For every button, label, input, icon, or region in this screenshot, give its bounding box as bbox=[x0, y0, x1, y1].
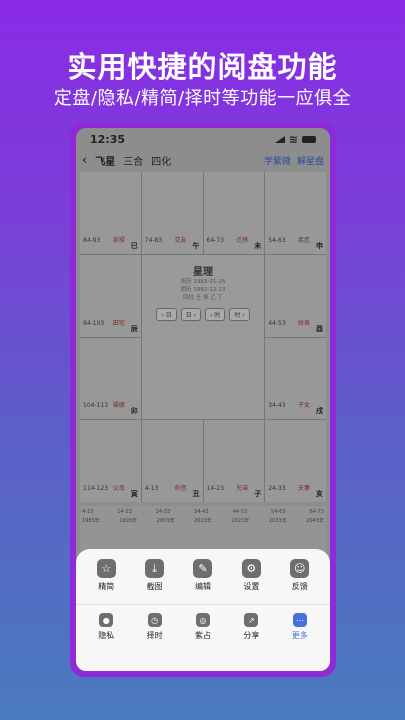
pencil-icon: ✎ bbox=[193, 559, 213, 578]
palace-hai[interactable]: 24-33 夫妻 亥 bbox=[265, 420, 326, 502]
next-day-button[interactable]: 日 › bbox=[180, 307, 201, 321]
gear-icon: ⚙ bbox=[241, 559, 261, 578]
palace-chou[interactable]: 4-13 命宫 丑 bbox=[141, 420, 203, 502]
promo-subline: 定盘/隐私/精简/择时等功能一应俱全 bbox=[53, 88, 352, 109]
screenshot-button[interactable]: ⤓ 截图 bbox=[135, 559, 175, 604]
phone-frame: 12:35 ≋ ‹ 飞星 三合 四化 学紫微 解星盘 84-93 官禄 巳 74… bbox=[70, 122, 336, 677]
palace-chen[interactable]: 94-103 田宅 辰 bbox=[80, 254, 141, 337]
more-button[interactable]: ⋯ 更多 bbox=[280, 613, 320, 641]
clock-icon: ◷ bbox=[147, 613, 162, 627]
status-bar: 12:35 ≋ bbox=[76, 128, 330, 150]
palace-zi[interactable]: 14-23 兄弟 子 bbox=[203, 420, 265, 502]
simplify-button[interactable]: ☆ 精简 bbox=[86, 559, 126, 604]
tab-feixing[interactable]: 飞星 bbox=[95, 153, 115, 168]
status-time: 12:35 bbox=[90, 132, 126, 146]
share-icon: ↗ bbox=[244, 613, 259, 627]
feedback-button[interactable]: ☺ 反馈 bbox=[280, 559, 320, 604]
prev-day-button[interactable]: ‹ 日 bbox=[156, 307, 177, 321]
tab-sihua[interactable]: 四化 bbox=[151, 153, 171, 168]
interpret-link[interactable]: 解星盘 bbox=[297, 154, 324, 167]
palace-si[interactable]: 84-93 官禄 巳 bbox=[80, 172, 141, 254]
privacy-icon: ● bbox=[99, 613, 114, 627]
palace-xu[interactable]: 34-43 子女 戌 bbox=[265, 337, 326, 420]
palace-yin[interactable]: 114-123 父母 寅 bbox=[80, 420, 141, 502]
learn-link[interactable]: 学紫微 bbox=[264, 154, 291, 167]
chart-center-title: 星理 bbox=[193, 266, 213, 278]
privacy-button[interactable]: ● 隐私 bbox=[86, 613, 126, 641]
prev-hour-button[interactable]: ‹ 时 bbox=[205, 307, 226, 321]
ziwei-divination-button[interactable]: ◎ 紫占 bbox=[183, 613, 223, 641]
palace-mao[interactable]: 104-113 福德 卯 bbox=[80, 337, 141, 420]
settings-button[interactable]: ⚙ 设置 bbox=[231, 559, 271, 604]
battery-icon bbox=[302, 135, 316, 143]
chart-center-info: 星理 阳历 1983-01-26 阴历 1982-12-13 四柱 壬 癸 乙 … bbox=[141, 254, 265, 420]
target-icon: ◎ bbox=[195, 613, 210, 627]
timeline-ranges: 4-13 14-23 24-33 34-43 44-53 54-63 64-73 bbox=[82, 509, 324, 515]
lunar-date: 阴历 1982-12-13 bbox=[180, 286, 226, 293]
solar-date: 阳历 1983-01-26 bbox=[180, 278, 226, 285]
smile-icon: ☺ bbox=[290, 559, 310, 578]
back-button[interactable]: ‹ bbox=[82, 153, 87, 168]
nav-bar: ‹ 飞星 三合 四化 学紫微 解星盘 bbox=[76, 150, 330, 170]
app-screen: 12:35 ≋ ‹ 飞星 三合 四化 学紫微 解星盘 84-93 官禄 巳 74… bbox=[76, 128, 330, 671]
timeline-years: 1983年 1993年 2003年 2013年 2023年 2033年 2043… bbox=[82, 518, 324, 524]
palace-shen[interactable]: 54-63 疾厄 申 bbox=[265, 172, 326, 254]
edit-button[interactable]: ✎ 编辑 bbox=[183, 559, 223, 604]
palace-you[interactable]: 44-53 财帛 酉 bbox=[265, 254, 326, 337]
more-icon: ⋯ bbox=[292, 613, 307, 627]
palace-wei[interactable]: 64-73 迁移 未 bbox=[203, 172, 265, 254]
astrology-chart[interactable]: 84-93 官禄 巳 74-83 交友 午 64-73 迁移 未 54-63 疾… bbox=[80, 172, 326, 502]
share-button[interactable]: ↗ 分享 bbox=[231, 613, 271, 641]
palace-wu[interactable]: 74-83 交友 午 bbox=[141, 172, 203, 254]
tab-sanhe[interactable]: 三合 bbox=[123, 153, 143, 168]
wifi-icon: ≋ bbox=[288, 132, 298, 146]
star-icon: ☆ bbox=[96, 559, 116, 578]
time-select-button[interactable]: ◷ 择时 bbox=[135, 613, 175, 641]
four-pillars: 四柱 壬 癸 乙 丁 bbox=[183, 294, 223, 301]
signal-icon bbox=[274, 135, 285, 143]
download-icon: ⤓ bbox=[145, 559, 165, 578]
promo-headline: 实用快捷的阅盘功能 bbox=[67, 50, 338, 84]
next-hour-button[interactable]: 时 › bbox=[229, 307, 250, 321]
action-sheet: ☆ 精简 ⤓ 截图 ✎ 编辑 ⚙ 设置 ☺ 反馈 ● 隐私 ◷ 择时 ◎ 紫占 … bbox=[76, 549, 330, 671]
